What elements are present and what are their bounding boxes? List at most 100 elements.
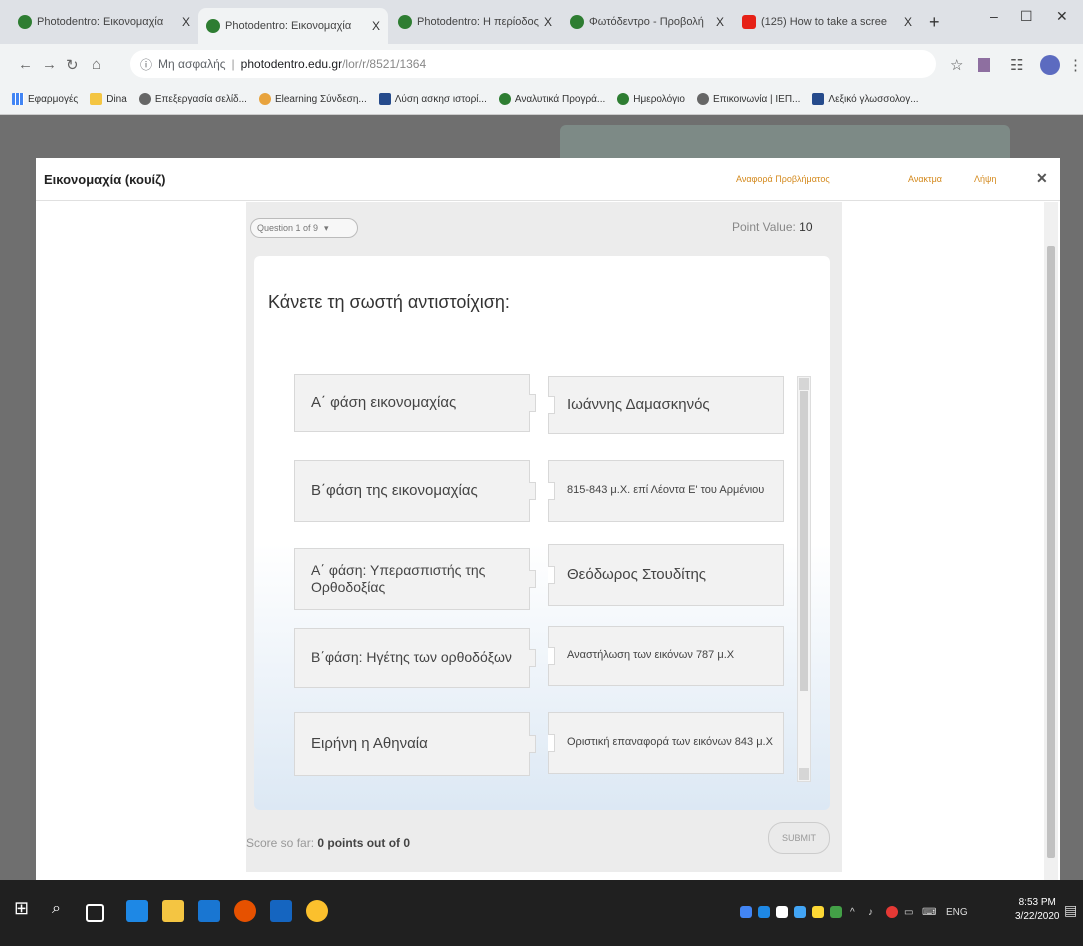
match-list-scrollbar-thumb[interactable] [800,391,808,691]
browser-tab-1[interactable]: Photodentro: Εικονομαχία X [10,8,198,36]
right-match-item-1[interactable]: Ιωάννης Δαμασκηνός [548,376,784,434]
bookmark-dictionary[interactable]: Λεξικό γλωσσολογ... [812,93,919,105]
tray-app-icon[interactable] [740,906,752,918]
youtube-favicon-icon [742,15,756,29]
point-value: Point Value: 10 [732,220,813,234]
bookmark-curricula[interactable]: Αναλυτικά Προγρά... [498,93,605,105]
network-icon[interactable]: ▭ [904,907,913,918]
speaker-icon[interactable]: ♪ [868,907,873,918]
tab-strip: Photodentro: Εικονομαχία X Photodentro: … [0,0,1083,44]
minimize-button[interactable]: – [990,8,998,24]
keyboard-icon[interactable]: ⌨ [922,907,936,918]
bookmark-edit-page[interactable]: Επεξεργασία σελίδ... [138,93,247,105]
bookmark-elearning[interactable]: Elearning Σύνδεση... [258,93,367,105]
windows-start-icon[interactable]: ⊞ [14,898,36,920]
quiz-modal: Εικονομαχία (κουίζ) Αναφορά Προβλήματος … [36,158,1060,880]
maximize-button[interactable]: ☐ [1020,8,1033,25]
tray-app-icon[interactable] [794,906,806,918]
tray-app-icon[interactable] [812,906,824,918]
question-card: Κάνετε τη σωστή αντιστοίχιση: Α΄ φάση ει… [254,256,830,810]
tab-close-icon[interactable]: X [716,15,724,29]
bookmark-iep-contact[interactable]: Επικοινωνία | ΙΕΠ... [696,93,800,105]
edge-icon[interactable] [126,900,148,922]
home-icon[interactable]: ⌂ [92,56,101,73]
submit-button[interactable]: SUBMIT [768,822,830,854]
left-match-item-5[interactable]: Ειρήνη η Αθηναία [294,712,536,776]
share-link[interactable]: Ανακτμα [908,174,942,184]
word-icon[interactable] [270,900,292,922]
right-match-item-3[interactable]: Θεόδωρος Στουδίτης [548,544,784,606]
browser-tab-2-active[interactable]: Photodentro: Εικονομαχία X [198,8,388,44]
modal-title: Εικονομαχία (κουίζ) [44,172,166,187]
bookmark-star-icon[interactable]: ☆ [950,56,963,74]
tab-close-icon[interactable]: X [182,15,190,29]
menu-icon[interactable]: ⋮ [1068,56,1083,74]
browser-tab-5[interactable]: (125) How to take a scree X [734,8,920,36]
globe-icon [138,93,151,105]
globe-icon [696,93,709,105]
search-icon[interactable]: ⌕ [52,900,74,922]
forward-arrow-icon[interactable]: → [42,56,57,73]
bookmark-apps[interactable]: Εφαρμογές [12,93,78,105]
photodentro-favicon-icon [398,15,412,29]
right-match-item-5[interactable]: Οριστική επαναφορά των εικόνων 843 μ.Χ [548,712,784,774]
tab-close-icon[interactable]: X [544,15,552,29]
modal-scrollbar[interactable] [1044,202,1058,880]
address-separator: | [231,57,235,71]
browser-tab-4[interactable]: Φωτόδεντρο - Προβολή X [562,8,732,36]
chrome-icon[interactable] [306,900,328,922]
notification-icon[interactable]: ▤ [1064,902,1077,919]
profile-avatar[interactable] [1040,55,1060,75]
window-close-button[interactable]: ✕ [1056,8,1068,25]
chevron-down-icon: ▾ [324,222,329,233]
firefox-icon[interactable] [234,900,256,922]
left-match-item-1[interactable]: Α΄ φάση εικονομαχίας [294,374,536,432]
back-arrow-icon[interactable]: ← [18,56,33,73]
browser-tab-3[interactable]: Photodentro: Η περίοδος X [390,8,560,36]
mail-icon[interactable] [198,900,220,922]
tab-close-icon[interactable]: X [372,19,380,33]
address-bar[interactable]: ⓘ Μη ασφαλής | photodentro.edu.gr /lor/r… [130,50,936,78]
folder-icon [90,93,103,105]
url-path: /lor/r/8521/1364 [342,57,427,71]
extension-icon[interactable] [978,58,990,72]
photodentro-favicon-icon [206,19,220,33]
download-link[interactable]: Λήψη [974,174,996,184]
reading-list-icon[interactable]: ☷ [1010,56,1023,74]
report-problem-link[interactable]: Αναφορά Προβλήματος [736,174,830,184]
question-select[interactable]: Question 1 of 9 ▾ [250,218,358,238]
match-list-scrollbar[interactable] [797,376,811,782]
tab-close-icon[interactable]: X [904,15,912,29]
language-indicator[interactable]: ENG [946,907,968,918]
clock-date: 3/22/2020 [1015,911,1060,922]
bookmark-dina[interactable]: Dina [90,93,127,105]
new-tab-button[interactable]: + [929,12,940,33]
security-label: Μη ασφαλής [158,57,226,71]
reload-icon[interactable]: ↻ [66,56,79,74]
chevron-up-icon[interactable]: ^ [850,907,855,918]
left-match-item-3[interactable]: Α΄ φάση: Υπερασπιστής της Ορθοδοξίας [294,548,536,610]
left-match-item-2[interactable]: Β΄φάση της εικονομαχίας [294,460,536,522]
modal-header: Εικονομαχία (κουίζ) Αναφορά Προβλήματος … [36,158,1060,201]
question-text: Κάνετε τη σωστή αντιστοίχιση: [268,292,510,312]
tray-alert-icon[interactable] [886,906,898,918]
modal-close-button[interactable]: ✕ [1036,170,1048,187]
right-match-item-4[interactable]: Αναστήλωση των εικόνων 787 μ.Χ [548,626,784,686]
scroll-down-arrow-icon[interactable] [799,768,809,780]
tray-app-icon[interactable] [776,906,788,918]
modal-scrollbar-thumb[interactable] [1047,246,1055,858]
tray-app-icon[interactable] [830,906,842,918]
bookmark-history-exercises[interactable]: Λύση ασκησ ιστορί... [378,93,487,105]
scroll-up-arrow-icon[interactable] [799,378,809,390]
right-match-item-2[interactable]: 815-843 μ.Χ. επί Λέοντα Ε' του Αρμένιου [548,460,784,522]
task-view-icon[interactable] [86,904,104,922]
photodentro-favicon-icon [570,15,584,29]
file-explorer-icon[interactable] [162,900,184,922]
left-match-item-4[interactable]: Β΄φάση: Ηγέτης των ορθοδόξων [294,628,536,688]
tray-app-icon[interactable] [758,906,770,918]
photodentro-icon [498,93,511,105]
system-clock[interactable]: 8:53 PM 3/22/2020 [1015,896,1060,924]
score-value: 0 points out of 0 [317,836,411,850]
info-icon[interactable]: ⓘ [140,56,152,73]
bookmark-calendar[interactable]: Ημερολόγιο [617,93,685,105]
